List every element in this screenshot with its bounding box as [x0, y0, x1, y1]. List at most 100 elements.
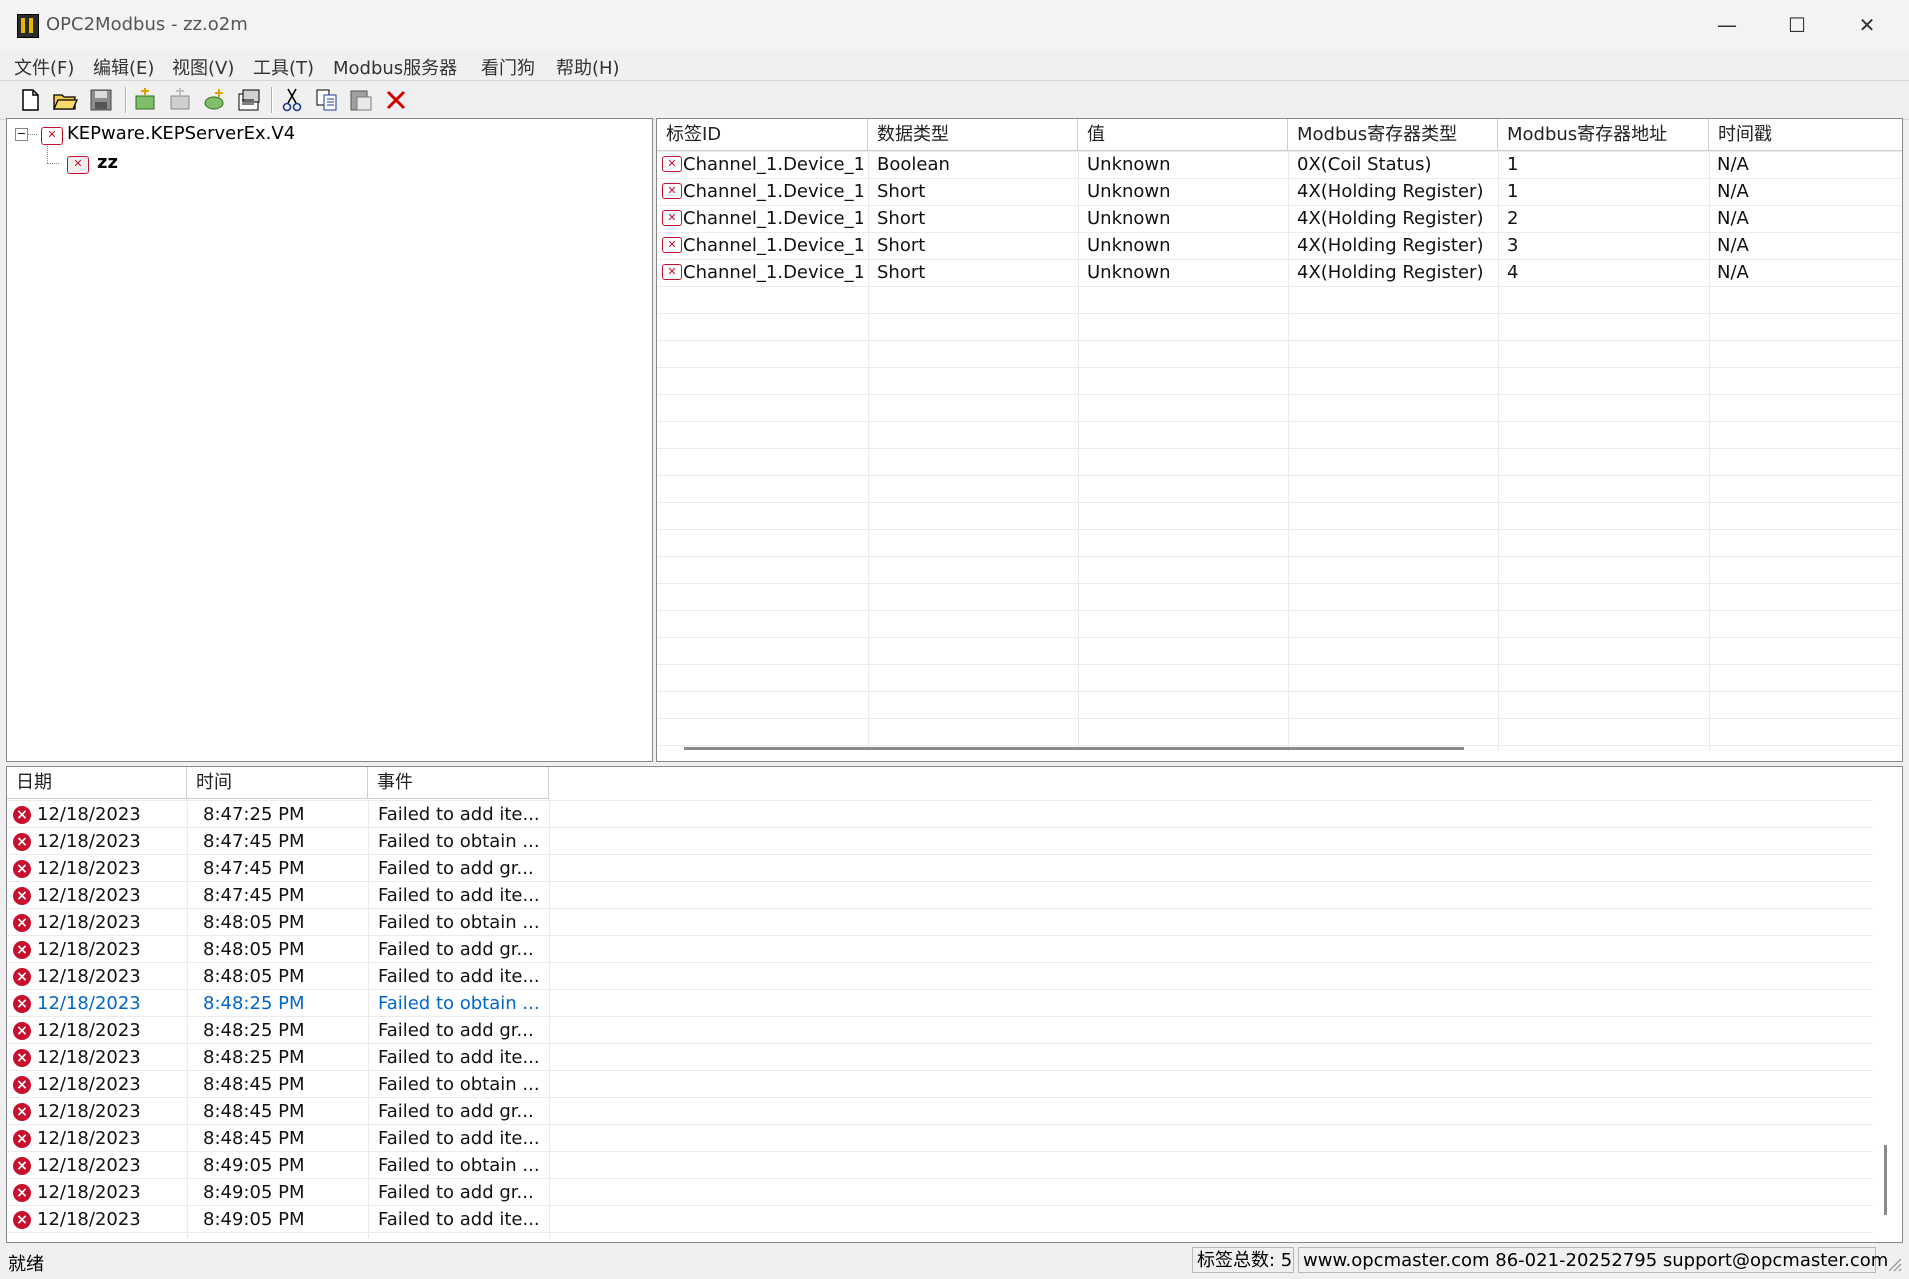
cell-register-type: 0X(Coil Status)	[1297, 154, 1432, 175]
cell-register-address: 4	[1507, 262, 1519, 283]
tree-server-node[interactable]: KEPware.KEPServerEx.V4	[67, 123, 295, 144]
open-folder-icon[interactable]	[51, 86, 79, 114]
horizontal-scrollbar[interactable]	[684, 747, 1464, 750]
error-icon: ×	[13, 1049, 31, 1067]
cell-date: 12/18/2023	[37, 1128, 141, 1149]
cell-time: 8:49:05 PM	[203, 1155, 305, 1176]
grid-line	[657, 394, 1902, 395]
log-row[interactable]: × 12/18/2023 8:47:25 PM Failed to add ite..…	[7, 802, 1873, 829]
column-header-register-address[interactable]: Modbus寄存器地址	[1498, 119, 1709, 151]
cell-data-type: Boolean	[877, 154, 950, 175]
table-row[interactable]: ✕ Channel_1.Device_1... Short Unknown 4X(Hol…	[657, 178, 1902, 205]
column-header-timestamp[interactable]: 时间戳	[1709, 119, 1902, 151]
copy-icon[interactable]	[313, 86, 341, 114]
menu-watchdog[interactable]: 看门狗	[481, 54, 535, 80]
error-icon: ×	[13, 1211, 31, 1229]
table-row[interactable]: ✕ Channel_1.Device_1... Boolean Unknown 0X(C…	[657, 151, 1902, 178]
maximize-button[interactable]: ☐	[1762, 0, 1832, 50]
column-header-time[interactable]: 时间	[187, 767, 368, 799]
cell-time: 8:49:05 PM	[203, 1209, 305, 1230]
server-tree: − ✕ KEPware.KEPServerEx.V4 ✕ zz	[6, 118, 653, 762]
cell-date: 12/18/2023	[37, 1020, 141, 1041]
cell-tag-id: Channel_1.Device_1...	[683, 262, 863, 283]
resize-grip-icon[interactable]	[1884, 1254, 1902, 1272]
cell-date: 12/18/2023	[37, 912, 141, 933]
error-icon: ×	[13, 1103, 31, 1121]
column-header-data-type[interactable]: 数据类型	[868, 119, 1078, 151]
new-file-icon[interactable]	[16, 86, 44, 114]
error-icon: ×	[13, 860, 31, 878]
grid-line	[657, 583, 1902, 584]
log-row[interactable]: × 12/18/2023 8:47:45 PM Failed to add gr...	[7, 856, 1873, 883]
table-row[interactable]: ✕ Channel_1.Device_1... Short Unknown 4X(Hol…	[657, 259, 1902, 286]
minimize-button[interactable]: —	[1692, 0, 1762, 50]
column-header-date[interactable]: 日期	[7, 767, 187, 799]
cell-data-type: Short	[877, 262, 926, 283]
tag-list: 标签ID 数据类型 值 Modbus寄存器类型 Modbus寄存器地址 时间戳 …	[656, 118, 1903, 762]
cell-time: 8:48:25 PM	[203, 993, 305, 1014]
paste-icon[interactable]	[347, 86, 375, 114]
cell-event: Failed to obtain ...	[378, 1074, 540, 1095]
toolbar-separator	[125, 87, 127, 113]
log-row[interactable]: × 12/18/2023 8:49:05 PM Failed to obtain ..…	[7, 1153, 1873, 1180]
toolbar	[0, 80, 1909, 120]
menu-help[interactable]: 帮助(H)	[556, 54, 620, 80]
log-row[interactable]: × 12/18/2023 8:48:05 PM Failed to obtain ..…	[7, 910, 1873, 937]
cell-value: Unknown	[1087, 181, 1171, 202]
column-header-value[interactable]: 值	[1078, 119, 1288, 151]
cell-date: 12/18/2023	[37, 966, 141, 987]
grid-line	[657, 313, 1902, 314]
menu-edit[interactable]: 编辑(E)	[93, 54, 154, 80]
error-icon: ×	[13, 1184, 31, 1202]
cut-icon[interactable]	[278, 86, 306, 114]
table-row[interactable]: ✕ Channel_1.Device_1... Short Unknown 4X(Hol…	[657, 205, 1902, 232]
save-icon[interactable]	[87, 86, 115, 114]
log-row[interactable]: × 12/18/2023 8:48:45 PM Failed to add ite..…	[7, 1126, 1873, 1153]
properties-icon[interactable]	[235, 86, 263, 114]
log-row[interactable]: × 12/18/2023 8:48:45 PM Failed to add gr...	[7, 1099, 1873, 1126]
status-bar: 就绪 标签总数: 5 www.opcmaster.com 86-021-2025…	[0, 1244, 1909, 1279]
log-row[interactable]: × 12/18/2023 8:47:45 PM Failed to add ite..…	[7, 883, 1873, 910]
cell-date: 12/18/2023	[37, 1155, 141, 1176]
close-button[interactable]: ✕	[1832, 0, 1902, 50]
column-header-event[interactable]: 事件	[368, 767, 549, 799]
cell-value: Unknown	[1087, 235, 1171, 256]
column-header-register-type[interactable]: Modbus寄存器类型	[1288, 119, 1498, 151]
log-row[interactable]: × 12/18/2023 8:48:25 PM Failed to add gr...	[7, 1018, 1873, 1045]
menu-tools[interactable]: 工具(T)	[253, 54, 314, 80]
cell-date: 12/18/2023	[37, 804, 141, 825]
cell-event: Failed to add ite...	[378, 1128, 540, 1149]
tag-error-icon: ✕	[662, 210, 682, 226]
cell-data-type: Short	[877, 208, 926, 229]
toolbar-separator	[271, 87, 273, 113]
tree-group-node[interactable]: zz	[97, 152, 118, 173]
menu-modbus-server[interactable]: Modbus服务器	[333, 54, 457, 80]
cell-time: 8:48:25 PM	[203, 1020, 305, 1041]
cell-register-address: 1	[1507, 154, 1519, 175]
cell-timestamp: N/A	[1717, 208, 1749, 229]
cell-time: 8:47:45 PM	[203, 831, 305, 852]
cell-event: Failed to obtain ...	[378, 912, 540, 933]
grid-line	[657, 718, 1902, 719]
log-row[interactable]: × 12/18/2023 8:48:05 PM Failed to add gr...	[7, 937, 1873, 964]
menu-file[interactable]: 文件(F)	[14, 54, 74, 80]
log-row[interactable]: × 12/18/2023 8:48:25 PM Failed to add ite..…	[7, 1045, 1873, 1072]
log-row[interactable]: × 12/18/2023 8:49:05 PM Failed to add gr...	[7, 1180, 1873, 1207]
vertical-scrollbar[interactable]	[1884, 1145, 1887, 1215]
log-row[interactable]: × 12/18/2023 8:48:45 PM Failed to obtain ..…	[7, 1072, 1873, 1099]
add-server-icon[interactable]	[131, 86, 159, 114]
log-row[interactable]: × 12/18/2023 8:47:45 PM Failed to obtain ..…	[7, 829, 1873, 856]
cell-tag-id: Channel_1.Device_1...	[683, 235, 863, 256]
log-row[interactable]: × 12/18/2023 8:48:25 PM Failed to obtain ..…	[7, 991, 1873, 1018]
add-tag-icon[interactable]	[201, 86, 229, 114]
cell-date: 12/18/2023	[37, 885, 141, 906]
menu-bar: 文件(F) 编辑(E) 视图(V) 工具(T) Modbus服务器 看门狗 帮助…	[0, 50, 1909, 80]
log-row[interactable]: × 12/18/2023 8:49:05 PM Failed to add ite..…	[7, 1207, 1873, 1234]
delete-icon[interactable]	[382, 86, 410, 114]
column-header-tag-id[interactable]: 标签ID	[657, 119, 868, 151]
table-row[interactable]: ✕ Channel_1.Device_1... Short Unknown 4X(Hol…	[657, 232, 1902, 259]
add-group-icon[interactable]	[166, 86, 194, 114]
log-row[interactable]: × 12/18/2023 8:48:05 PM Failed to add ite..…	[7, 964, 1873, 991]
grid-line	[7, 800, 1873, 801]
menu-view[interactable]: 视图(V)	[172, 54, 234, 80]
